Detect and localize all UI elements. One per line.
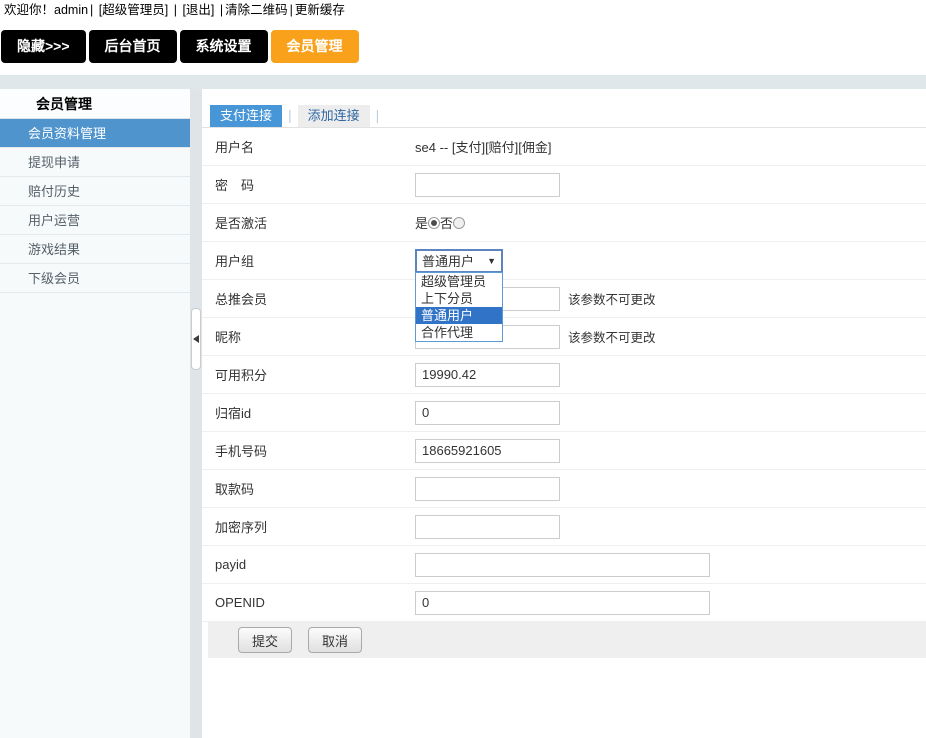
form-row-password: 密 码 <box>202 166 926 204</box>
action-bar: 提交 取消 <box>208 622 926 658</box>
dropdown-arrow-icon: ▼ <box>487 256 496 266</box>
form-row-openid: OPENID <box>202 584 926 622</box>
form-row-withdrawal-code: 取款码 <box>202 470 926 508</box>
nav-system-settings-button[interactable]: 系统设置 <box>180 30 268 63</box>
welcome-text: 欢迎你！admin <box>4 3 88 17</box>
separator: | <box>220 3 223 17</box>
nickname-label: 昵称 <box>202 327 415 346</box>
form-row-encrypt-sequence: 加密序列 <box>202 508 926 546</box>
withdrawal-code-field[interactable] <box>415 477 560 501</box>
user-group-select[interactable]: 普通用户 ▼ <box>415 249 503 273</box>
form-row-home-id: 归宿id <box>202 394 926 432</box>
nav-home-button[interactable]: 后台首页 <box>89 30 177 63</box>
encrypt-sequence-field[interactable] <box>415 515 560 539</box>
main-content: 支付连接 | 添加连接 | 用户名 se4 -- [支付][赔付][佣金] 密 码 是… <box>202 89 926 738</box>
radio-yes[interactable] <box>428 217 440 229</box>
user-group-label: 用户组 <box>202 251 415 270</box>
welcome-bar: 欢迎你！admin| [超级管理员] | [退出] |清除二维码|更新缓存 <box>4 2 347 18</box>
role-badge: [超级管理员] <box>99 3 168 17</box>
password-label: 密 码 <box>202 175 415 194</box>
available-points-label: 可用积分 <box>202 365 415 384</box>
openid-label: OPENID <box>202 595 415 610</box>
header-divider-band <box>0 75 926 89</box>
radio-no-label: 否 <box>440 213 453 232</box>
openid-field[interactable] <box>415 591 710 615</box>
tab-separator: | <box>376 107 380 123</box>
update-cache-link[interactable]: 更新缓存 <box>295 3 345 17</box>
user-group-selected-value: 普通用户 <box>422 251 474 270</box>
referrer-label: 总推会员 <box>202 289 415 308</box>
payid-label: payid <box>202 557 415 572</box>
referrer-note: 该参数不可更改 <box>568 289 656 308</box>
username-label: 用户名 <box>202 137 415 156</box>
home-id-label: 归宿id <box>202 403 415 422</box>
sidebar-item-user-operations[interactable]: 用户运营 <box>0 206 190 235</box>
password-field[interactable] <box>415 173 560 197</box>
top-nav: 隐藏>>> 后台首页 系统设置 会员管理 <box>1 30 359 63</box>
tab-separator: | <box>288 107 292 123</box>
form-row-nickname: 昵称 该参数不可更改 <box>202 318 926 356</box>
form-row-referrer: 总推会员 该参数不可更改 <box>202 280 926 318</box>
dropdown-option-super-admin[interactable]: 超级管理员 <box>416 273 502 290</box>
nav-hide-button[interactable]: 隐藏>>> <box>1 30 86 63</box>
tab-add-link[interactable]: 添加连接 <box>298 105 370 127</box>
active-status-label: 是否激活 <box>202 213 415 232</box>
payid-field[interactable] <box>415 553 710 577</box>
tab-payment-link[interactable]: 支付连接 <box>210 105 282 127</box>
sidebar: 会员管理 会员资料管理 提现申请 赔付历史 用户运营 游戏结果 下级会员 <box>0 89 190 738</box>
dropdown-option-credit-clerk[interactable]: 上下分员 <box>416 290 502 307</box>
collapse-left-icon <box>193 335 199 343</box>
sidebar-item-payout-history[interactable]: 赔付历史 <box>0 177 190 206</box>
sidebar-item-member-data[interactable]: 会员资料管理 <box>0 119 190 148</box>
separator: | <box>90 3 93 17</box>
sidebar-item-withdrawal-request[interactable]: 提现申请 <box>0 148 190 177</box>
form-row-username: 用户名 se4 -- [支付][赔付][佣金] <box>202 128 926 166</box>
sidebar-divider <box>190 89 202 738</box>
username-value: se4 -- [支付][赔付][佣金] <box>415 137 552 156</box>
collapse-sidebar-handle[interactable] <box>191 308 201 370</box>
form-row-active-status: 是否激活 是否 <box>202 204 926 242</box>
cancel-button[interactable]: 取消 <box>308 627 362 653</box>
separator: | <box>290 3 293 17</box>
form-row-user-group: 用户组 普通用户 ▼ 超级管理员 上下分员 普通用户 合作代理 <box>202 242 926 280</box>
form-row-available-points: 可用积分 <box>202 356 926 394</box>
withdrawal-code-label: 取款码 <box>202 479 415 498</box>
logout-link[interactable]: [退出] <box>182 3 214 17</box>
home-id-field[interactable] <box>415 401 560 425</box>
sidebar-title: 会员管理 <box>0 89 190 119</box>
dropdown-option-partner-agent[interactable]: 合作代理 <box>416 324 502 341</box>
user-group-dropdown: 超级管理员 上下分员 普通用户 合作代理 <box>415 272 503 342</box>
available-points-field[interactable] <box>415 363 560 387</box>
sidebar-item-sub-members[interactable]: 下级会员 <box>0 264 190 293</box>
nav-member-management-button[interactable]: 会员管理 <box>271 30 359 63</box>
separator: | <box>174 3 177 17</box>
form-row-payid: payid <box>202 546 926 584</box>
clear-qrcode-link[interactable]: 清除二维码 <box>225 3 288 17</box>
form-row-phone: 手机号码 <box>202 432 926 470</box>
tab-bar: 支付连接 | 添加连接 | <box>202 89 926 127</box>
sidebar-item-game-results[interactable]: 游戏结果 <box>0 235 190 264</box>
submit-button[interactable]: 提交 <box>238 627 292 653</box>
phone-field[interactable] <box>415 439 560 463</box>
nickname-note: 该参数不可更改 <box>568 327 656 346</box>
dropdown-option-normal-user[interactable]: 普通用户 <box>416 307 502 324</box>
member-form: 用户名 se4 -- [支付][赔付][佣金] 密 码 是否激活 是否 用户组 … <box>202 127 926 622</box>
radio-yes-label: 是 <box>415 213 428 232</box>
phone-label: 手机号码 <box>202 441 415 460</box>
radio-no[interactable] <box>453 217 465 229</box>
encrypt-sequence-label: 加密序列 <box>202 517 415 536</box>
